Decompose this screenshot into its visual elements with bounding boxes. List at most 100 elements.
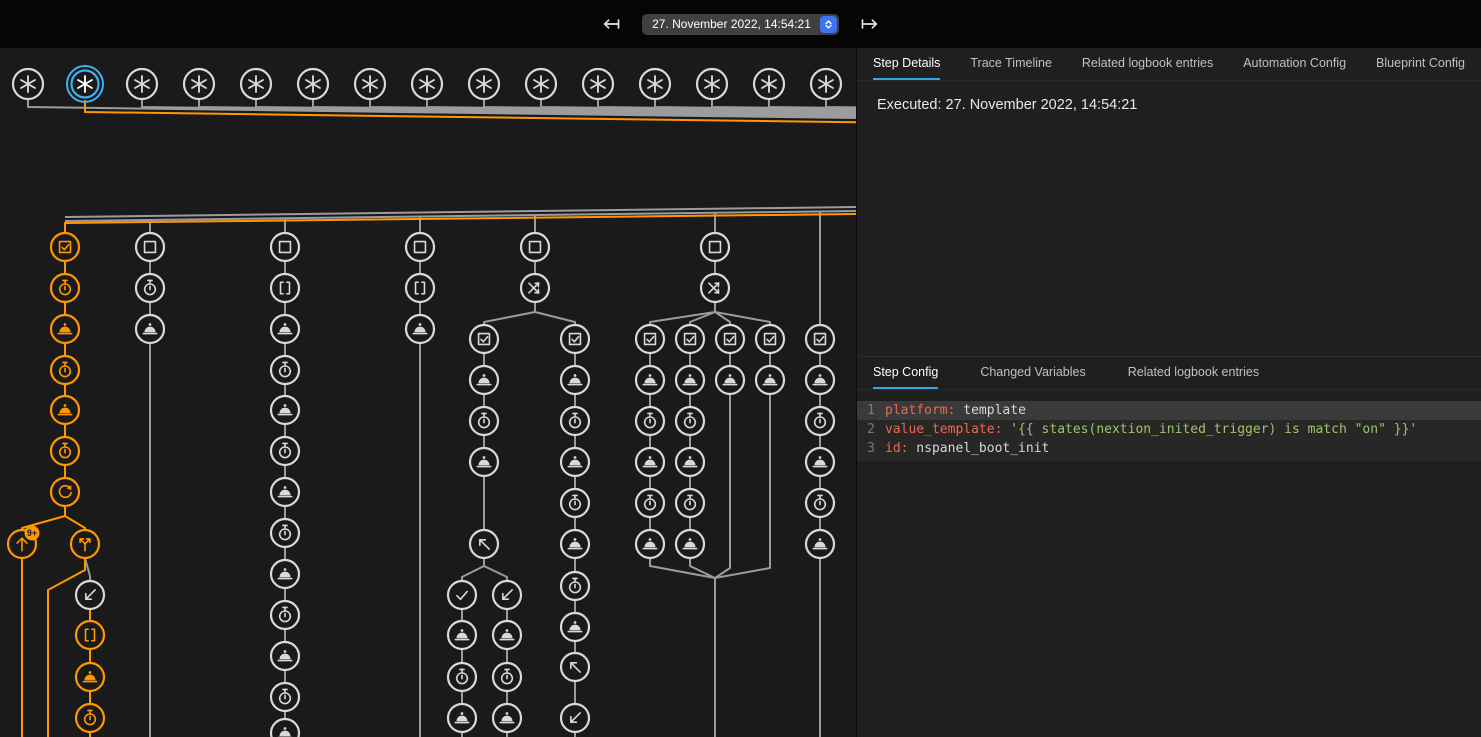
graph-node-timer[interactable]	[448, 663, 476, 691]
graph-node-checkbox-blank[interactable]	[271, 233, 299, 261]
graph-node-asterisk[interactable]	[640, 69, 670, 99]
graph-node-timer[interactable]	[51, 437, 79, 465]
graph-node-asterisk[interactable]	[583, 69, 613, 99]
graph-node-checkbox-marked[interactable]	[51, 233, 79, 261]
graph-node-asterisk[interactable]	[526, 69, 556, 99]
graph-node-service[interactable]	[716, 366, 744, 394]
graph-node-timer[interactable]	[806, 489, 834, 517]
graph-node-asterisk[interactable]	[67, 66, 103, 102]
graph-node-asterisk[interactable]	[127, 69, 157, 99]
tab-automation-config[interactable]: Automation Config	[1243, 48, 1346, 80]
graph-node-service[interactable]	[271, 642, 299, 670]
graph-node-asterisk[interactable]	[754, 69, 784, 99]
tab-related-logbook-entries[interactable]: Related logbook entries	[1082, 48, 1213, 80]
code-editor[interactable]: 1platform: template2value_template: '{{ …	[857, 401, 1481, 461]
graph-node-service[interactable]	[676, 366, 704, 394]
graph-node-service[interactable]	[676, 448, 704, 476]
graph-node-refresh[interactable]	[51, 478, 79, 506]
graph-node-checkbox-blank[interactable]	[406, 233, 434, 261]
graph-node-timer[interactable]	[76, 704, 104, 732]
graph-node-service[interactable]	[806, 530, 834, 558]
graph-node-asterisk[interactable]	[241, 69, 271, 99]
graph-node-shuffle[interactable]	[521, 274, 549, 302]
graph-node-service[interactable]	[271, 396, 299, 424]
graph-node-service[interactable]	[136, 315, 164, 343]
graph-node-service[interactable]	[448, 621, 476, 649]
graph-node-checkbox-marked[interactable]	[561, 325, 589, 353]
code-line[interactable]: 2value_template: '{{ states(nextion_init…	[857, 420, 1481, 439]
code-line[interactable]: 1platform: template	[857, 401, 1481, 420]
graph-node-checkbox-marked[interactable]	[676, 325, 704, 353]
code-line[interactable]: 3id: nspanel_boot_init	[857, 439, 1481, 458]
run-select[interactable]: 27. November 2022, 14:54:21	[642, 14, 839, 35]
tab-changed-variables[interactable]: Changed Variables	[980, 357, 1085, 389]
graph-node-checkbox-marked[interactable]	[806, 325, 834, 353]
graph-node-asterisk[interactable]	[13, 69, 43, 99]
graph-node-service[interactable]	[406, 315, 434, 343]
graph-node-arrow-bottom-left[interactable]	[76, 581, 104, 609]
tab-step-details[interactable]: Step Details	[873, 48, 940, 80]
graph-node-brackets[interactable]	[271, 274, 299, 302]
graph-node-service[interactable]	[493, 621, 521, 649]
graph-node-brackets[interactable]	[76, 621, 104, 649]
graph-node-checkbox-blank[interactable]	[136, 233, 164, 261]
graph-node-service[interactable]	[448, 704, 476, 732]
graph-node-timer[interactable]	[636, 489, 664, 517]
graph-node-service[interactable]	[676, 530, 704, 558]
graph-node-service[interactable]	[636, 448, 664, 476]
graph-node-timer[interactable]	[271, 601, 299, 629]
graph-node-asterisk[interactable]	[697, 69, 727, 99]
graph-node-timer[interactable]	[271, 519, 299, 547]
graph-node-service[interactable]	[561, 366, 589, 394]
graph-node-service[interactable]	[561, 448, 589, 476]
tab-related-logbook-entries[interactable]: Related logbook entries	[1128, 357, 1259, 389]
graph-node-service[interactable]	[51, 315, 79, 343]
graph-node-service[interactable]	[493, 704, 521, 732]
graph-node-asterisk[interactable]	[811, 69, 841, 99]
graph-node-timer[interactable]	[136, 274, 164, 302]
graph-node-check[interactable]	[448, 581, 476, 609]
graph-node-service[interactable]	[271, 315, 299, 343]
tab-step-config[interactable]: Step Config	[873, 357, 938, 389]
graph-node-timer[interactable]	[676, 407, 704, 435]
graph-node-arrow-up[interactable]: 9+	[8, 526, 40, 559]
next-run-button[interactable]	[855, 9, 885, 39]
graph-node-checkbox-marked[interactable]	[470, 325, 498, 353]
graph-node-service[interactable]	[561, 613, 589, 641]
graph-node-service[interactable]	[806, 366, 834, 394]
graph-node-timer[interactable]	[271, 437, 299, 465]
graph-node-checkbox-blank[interactable]	[521, 233, 549, 261]
tab-blueprint-config[interactable]: Blueprint Config	[1376, 48, 1465, 80]
graph-node-service[interactable]	[271, 560, 299, 588]
graph-node-timer[interactable]	[806, 407, 834, 435]
graph-node-timer[interactable]	[51, 356, 79, 384]
graph-node-arrow-top-left[interactable]	[470, 530, 498, 558]
graph-node-timer[interactable]	[493, 663, 521, 691]
graph-node-service[interactable]	[636, 366, 664, 394]
graph-node-asterisk[interactable]	[184, 69, 214, 99]
graph-node-timer[interactable]	[561, 489, 589, 517]
graph-node-checkbox-marked[interactable]	[716, 325, 744, 353]
graph-node-brackets[interactable]	[406, 274, 434, 302]
graph-node-timer[interactable]	[271, 356, 299, 384]
graph-node-service[interactable]	[561, 530, 589, 558]
graph-node-asterisk[interactable]	[469, 69, 499, 99]
graph-node-checkbox-marked[interactable]	[636, 325, 664, 353]
graph-node-timer[interactable]	[470, 407, 498, 435]
graph-node-service[interactable]	[271, 478, 299, 506]
graph-node-timer[interactable]	[51, 274, 79, 302]
graph-node-service[interactable]	[806, 448, 834, 476]
graph-node-service[interactable]	[756, 366, 784, 394]
graph-node-service[interactable]	[271, 719, 299, 737]
graph-node-arrow-top-left[interactable]	[561, 653, 589, 681]
graph-node-shuffle[interactable]	[701, 274, 729, 302]
graph-node-timer[interactable]	[561, 407, 589, 435]
graph-node-service[interactable]	[51, 396, 79, 424]
graph-node-timer[interactable]	[636, 407, 664, 435]
graph-node-timer[interactable]	[561, 572, 589, 600]
graph-node-asterisk[interactable]	[412, 69, 442, 99]
graph-node-asterisk[interactable]	[355, 69, 385, 99]
graph-node-checkbox-blank[interactable]	[701, 233, 729, 261]
graph-node-asterisk[interactable]	[298, 69, 328, 99]
graph-node-arrow-bottom-left[interactable]	[561, 704, 589, 732]
